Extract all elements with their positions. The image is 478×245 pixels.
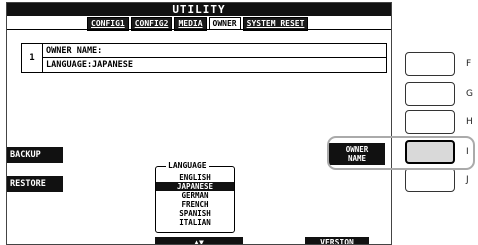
highlight-callout <box>327 136 475 170</box>
tab-content-divider <box>7 29 391 30</box>
language-list: ENGLISH JAPANESE GERMAN FRENCH SPANISH I… <box>156 173 234 227</box>
info-number: 1 <box>22 44 43 72</box>
side-button-h-label: H <box>466 117 473 127</box>
language-selector-title: LANGUAGE <box>166 160 209 172</box>
language-option-french[interactable]: FRENCH <box>156 200 234 209</box>
version-button[interactable]: VERSION <box>305 237 369 244</box>
tab-bar: CONFIG1 CONFIG2 MEDIA OWNER SYSTEM RESET <box>87 17 310 31</box>
screen-title: UTILITY <box>7 3 391 16</box>
side-button-f[interactable] <box>405 52 455 76</box>
language-option-german[interactable]: GERMAN <box>156 191 234 200</box>
owner-info-box: 1 OWNER NAME: LANGUAGE:JAPANESE <box>21 43 387 73</box>
lcd-screen: UTILITY CONFIG1 CONFIG2 MEDIA OWNER SYST… <box>6 2 392 245</box>
restore-button[interactable]: RESTORE <box>7 176 63 192</box>
language-option-english[interactable]: ENGLISH <box>156 173 234 182</box>
language-option-japanese[interactable]: JAPANESE <box>156 182 234 191</box>
language-selector[interactable]: LANGUAGE ENGLISH JAPANESE GERMAN FRENCH … <box>155 160 235 233</box>
info-divider <box>42 57 387 58</box>
language-option-spanish[interactable]: SPANISH <box>156 209 234 218</box>
side-button-g[interactable] <box>405 82 455 106</box>
side-button-j[interactable] <box>405 168 455 192</box>
side-button-f-label: F <box>466 59 472 69</box>
owner-name-line: OWNER NAME: <box>46 46 103 56</box>
side-button-j-label: J <box>466 175 469 185</box>
side-button-g-label: G <box>466 89 473 99</box>
language-option-italian[interactable]: ITALIAN <box>156 218 234 227</box>
language-line: LANGUAGE:JAPANESE <box>46 60 133 70</box>
up-down-arrows-button[interactable]: ▲▼ <box>155 237 243 244</box>
backup-button[interactable]: BACKUP <box>7 147 63 163</box>
side-button-h[interactable] <box>405 110 455 134</box>
